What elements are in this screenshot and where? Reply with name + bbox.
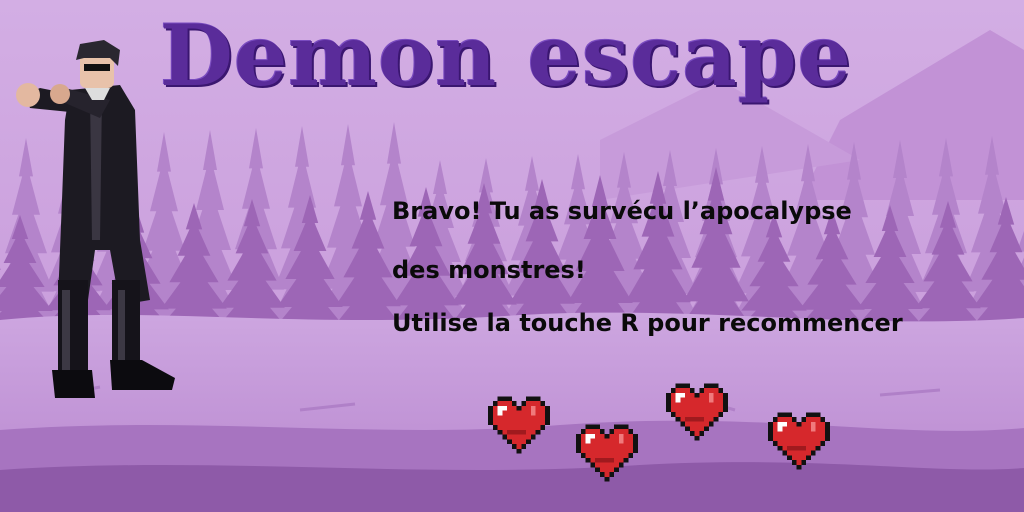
game-title: Demon escape — [160, 6, 852, 105]
pixel-heart-icon — [768, 412, 830, 470]
game-screen: Demon escape Bravo! Tu as survécu l’apoc… — [0, 0, 1024, 512]
pixel-heart-icon — [666, 383, 728, 441]
victory-message-line: des monstres! — [392, 256, 586, 284]
pixel-heart-icon — [576, 424, 638, 482]
victory-message-line: Bravo! Tu as survécu l’apocalypse — [392, 197, 852, 225]
restart-instruction: Utilise la touche R pour recommencer — [392, 309, 903, 337]
pixel-heart-icon — [488, 396, 550, 454]
